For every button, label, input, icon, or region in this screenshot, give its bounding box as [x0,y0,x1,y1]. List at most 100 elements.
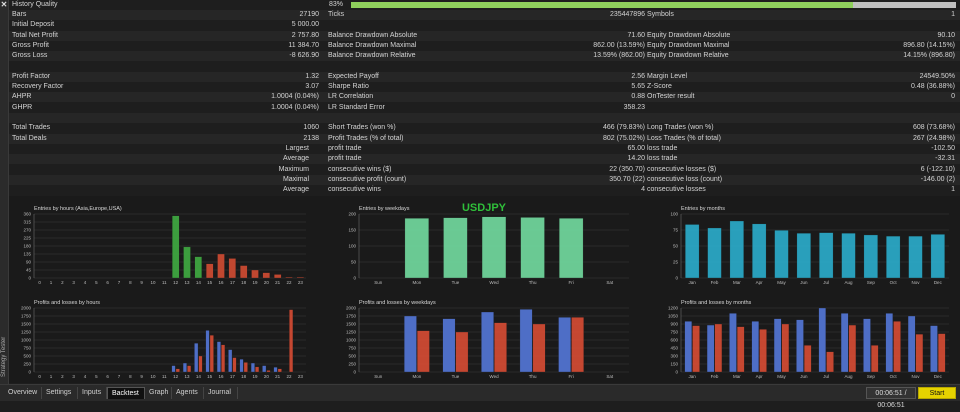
x-tick-label: Fri [569,374,574,379]
tab-overview[interactable]: Overview [4,387,42,399]
report-label: consecutive losses ($) [647,165,717,173]
bar [194,343,199,373]
report-label: OnTester result [647,93,695,101]
bar [558,317,571,373]
y-tick-label: 500 [348,354,356,359]
start-button[interactable]: Start [918,387,956,399]
report-value: 14.15% (896.80) [903,52,955,60]
bar [752,223,767,279]
report-label: Maximum [278,165,309,173]
x-tick-label: 12 [173,280,179,285]
y-tick-label: 315 [23,220,31,225]
history-quality-value: 83% [328,1,343,8]
y-tick-label: 1000 [21,338,32,343]
bar [240,265,248,279]
y-tick-label: 180 [23,244,31,249]
x-tick-label: Jul [823,374,829,379]
x-tick-label: 2 [61,280,64,285]
y-tick-label: 1500 [346,322,357,327]
bar [198,355,203,373]
bar [172,215,180,279]
x-tick-label: 3 [72,374,75,379]
x-tick-label: Oct [890,374,898,379]
bar [885,313,894,373]
y-tick-label: 75 [673,228,679,233]
y-tick-label: 750 [670,330,678,335]
x-tick-label: Sun [374,374,383,379]
x-tick-label: Feb [711,280,719,285]
report-label: Long Trades (won %) [647,124,714,132]
x-tick-label: 20 [264,374,270,379]
report-label: consecutive loss (count) [647,175,723,183]
y-tick-label: 750 [23,346,31,351]
report-label: Average [283,186,309,194]
report-label: Recovery Factor [12,83,64,91]
report-value: 1.0004 (0.04%) [271,93,319,101]
chart-title: Entries by hours (Asia,Europe,USA) [34,206,122,212]
bar [759,329,767,373]
x-tick-label: 7 [118,280,121,285]
y-tick-label: 600 [670,338,678,343]
y-tick-label: 0 [28,276,31,281]
report-row: Gross Loss -8 626.90 Balance Drawdown Rela… [9,51,960,62]
chart-4: Profits and losses by weekdays 0 250 500 750… [346,300,629,379]
report-value: 0.88 [631,93,645,101]
x-tick-label: Dec [934,280,943,285]
report-row [9,113,960,123]
bar [494,322,507,373]
tab-journal[interactable]: Journal [204,387,238,399]
report-value: 13.59% (862.00) [593,52,645,60]
x-tick-label: Aug [844,374,853,379]
report-value: 466 (79.83%) [602,124,645,132]
x-tick-label: 4 [84,280,87,285]
bar [886,235,901,279]
report-label: loss trade [647,144,678,152]
bar [519,309,533,373]
bar [818,307,827,373]
bar [685,224,700,279]
report-label: consecutive losses [647,186,706,194]
x-tick-label: 0 [38,280,41,285]
bar [251,269,259,279]
y-tick-label: 360 [23,212,31,217]
x-tick-label: 15 [207,280,213,285]
report-label: Z-Score [647,83,672,91]
tab-agents[interactable]: Agents [172,387,204,399]
x-tick-label: 13 [184,280,190,285]
report-value: 2 757.80 [291,31,319,39]
x-tick-label: Sat [606,374,614,379]
bar [826,351,834,373]
y-tick-label: 50 [673,244,679,249]
report-value: 1060 [303,124,319,132]
close-icon[interactable]: ✕ [0,1,8,9]
y-tick-label: 135 [23,252,31,257]
tab-inputs[interactable]: Inputs [78,387,107,399]
x-tick-label: 1 [50,374,53,379]
bar [442,318,456,373]
side-panel-label: Strategy Tester [1,336,7,377]
report-label: Initial Deposit [12,21,55,29]
bar [893,321,901,373]
bar [870,345,879,373]
bar [205,330,210,373]
y-tick-label: 900 [670,322,678,327]
tab-backtest[interactable]: Backtest [107,387,145,399]
report-label: Maximal [282,175,309,183]
tab-graph[interactable]: Graph [145,387,172,399]
report-label: consecutive wins ($) [328,165,392,173]
tab-settings[interactable]: Settings [42,387,78,399]
x-tick-label: Mar [733,280,741,285]
bar [532,323,546,373]
chart-title: Entries by weekdays [359,206,410,212]
bar [262,272,270,279]
x-tick-label: 16 [218,374,224,379]
report-row: Total Trades 1060 Short Trades (won %) 466 … [9,123,960,133]
bar [729,220,744,279]
y-tick-label: 300 [670,354,678,359]
bar [171,365,176,373]
bar [266,370,271,373]
x-tick-label: 5 [95,374,98,379]
x-tick-label: Wed [489,374,499,379]
bar [751,321,760,373]
x-tick-label: Jul [823,280,829,285]
